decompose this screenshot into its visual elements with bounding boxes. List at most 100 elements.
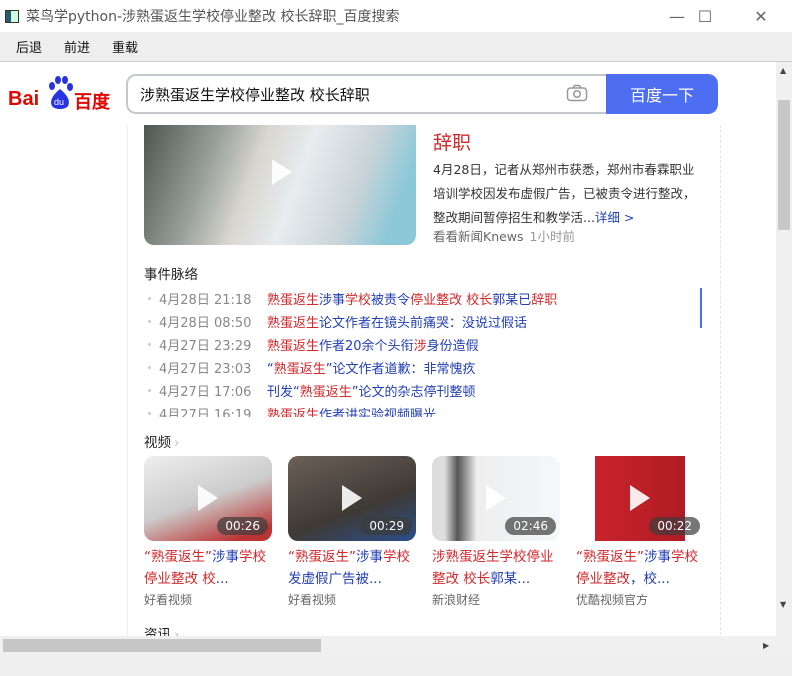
title-segment: 身份造假: [426, 339, 479, 354]
forward-button[interactable]: 前进: [64, 37, 90, 56]
event-item[interactable]: 4月27日 23:29 熟蛋返生作者20余个头衔涉身份造假: [144, 333, 704, 356]
title-segment: ”论文的杂志停刊整顿: [351, 385, 476, 400]
menu-bar: 后退 前进 重载: [0, 32, 792, 62]
video-title[interactable]: 涉熟蛋返生学校停业整改 校长郭某...: [432, 546, 560, 590]
event-title[interactable]: “熟蛋返生”论文作者道歉：非常愧疚: [267, 358, 476, 377]
close-button[interactable]: ✕: [738, 0, 784, 32]
play-icon: [272, 159, 292, 185]
event-title[interactable]: 熟蛋返生论文作者在镜头前痛哭：没说过假话: [267, 312, 527, 331]
scroll-up-icon[interactable]: ▲: [780, 66, 786, 75]
video-source: 优酷视频官方: [576, 593, 649, 607]
result-card: 辞职 4月28日，记者从郑州市获悉，郑州市春霖职业培训学校因发布虚假广告，已被责…: [127, 125, 721, 636]
video-source: 好看视频: [288, 593, 337, 607]
title-segment: ...: [215, 571, 229, 587]
search-input[interactable]: 涉熟蛋返生学校停业整改 校长辞职: [126, 74, 607, 114]
title-segment: 熟蛋返生: [267, 316, 320, 331]
title-segment: 涉事: [319, 293, 346, 308]
event-title[interactable]: 熟蛋返生作者讲实验视频曝光: [267, 404, 436, 417]
title-segment: “熟蛋返生”: [288, 549, 356, 565]
play-icon: [486, 485, 506, 511]
window-title: 菜鸟学python-涉熟蛋返生学校停业整改 校长辞职_百度搜索: [26, 9, 400, 25]
event-item[interactable]: 4月28日 08:50 熟蛋返生论文作者在镜头前痛哭：没说过假话: [144, 310, 704, 333]
baidu-logo[interactable]: Bai du 百度: [8, 76, 112, 113]
title-segment: 涉事: [356, 549, 383, 565]
video-thumbnail[interactable]: 00:26: [144, 456, 272, 541]
video-thumbnail[interactable]: 00:29: [288, 456, 416, 541]
scroll-down-icon[interactable]: ▼: [780, 600, 786, 609]
event-item[interactable]: 4月27日 16:19 熟蛋返生作者讲实验视频曝光: [144, 402, 704, 417]
bullet-icon: [148, 366, 151, 369]
chevron-right-icon: ›: [174, 627, 180, 636]
title-segment: 熟蛋返生: [267, 339, 320, 354]
event-time: 4月27日 16:19: [159, 408, 252, 417]
title-segment: 辞职: [531, 293, 558, 308]
title-segment: 熟蛋返生: [267, 293, 320, 308]
title-segment: 涉: [413, 339, 427, 354]
title-segment: 学校: [383, 549, 410, 565]
horizontal-scrollbar[interactable]: ▶: [0, 636, 792, 656]
event-time: 4月28日 08:50: [159, 316, 252, 331]
svg-text:du: du: [54, 97, 64, 107]
back-button[interactable]: 后退: [16, 37, 42, 56]
event-title[interactable]: 熟蛋返生涉事学校被责令停业整改 校长郭某已辞职: [267, 289, 557, 308]
bullet-icon: [148, 297, 151, 300]
event-item[interactable]: 4月27日 23:03 “熟蛋返生”论文作者道歉：非常愧疚: [144, 356, 704, 379]
title-segment: 熟蛋返生: [273, 362, 326, 377]
video-duration: 00:26: [217, 517, 268, 535]
bullet-icon: [148, 343, 151, 346]
title-segment: 刊发“: [267, 385, 300, 400]
video-duration: 00:29: [361, 517, 412, 535]
video-source: 好看视频: [144, 593, 193, 607]
hero-title[interactable]: 辞职: [433, 128, 471, 155]
timeline-scrollbar[interactable]: [700, 288, 702, 328]
title-segment: 涉事: [212, 549, 239, 565]
event-item[interactable]: 4月28日 21:18 熟蛋返生涉事学校被责令停业整改 校长郭某已辞职: [144, 287, 704, 310]
title-segment: 郭某...: [490, 571, 531, 587]
video-duration: 00:22: [649, 517, 700, 535]
title-segment: 停业整改 校长: [410, 293, 493, 308]
search-button[interactable]: 百度一下: [606, 74, 718, 114]
event-item[interactable]: 4月27日 17:06 刊发“熟蛋返生”论文的杂志停刊整顿: [144, 379, 704, 402]
video-title[interactable]: “熟蛋返生”涉事学校停业整改，校...: [576, 546, 704, 590]
reload-button[interactable]: 重载: [112, 37, 138, 56]
event-title[interactable]: 刊发“熟蛋返生”论文的杂志停刊整顿: [267, 381, 476, 400]
videos-heading[interactable]: 视频 ›: [144, 431, 179, 451]
video-list: 00:26 “熟蛋返生”涉事学校停业整改 校... 好看视频 00:29 “熟蛋返生”涉…: [144, 456, 704, 610]
horizontal-scroll-thumb[interactable]: [3, 639, 321, 652]
web-view: Bai du 百度 涉熟蛋返生学校停业整改 校长辞职 百度一下 辞职 4月28日…: [0, 62, 776, 636]
events-heading: 事件脉络: [144, 267, 198, 283]
news-heading[interactable]: 资讯 ›: [144, 623, 179, 636]
event-time: 4月27日 17:06: [159, 385, 252, 400]
video-title[interactable]: “熟蛋返生”涉事学校发虚假广告被...: [288, 546, 416, 590]
video-thumbnail[interactable]: 02:46: [432, 456, 560, 541]
app-icon: [5, 9, 19, 23]
scroll-right-icon[interactable]: ▶: [763, 641, 769, 650]
hero-summary: 4月28日，记者从郑州市获悉，郑州市春霖职业培训学校因发布虚假广告，已被责令进行…: [433, 162, 696, 225]
video-title[interactable]: “熟蛋返生”涉事学校停业整改 校...: [144, 546, 272, 590]
vertical-scrollbar[interactable]: ▲ ▼: [776, 62, 792, 636]
play-icon: [630, 485, 650, 511]
event-time: 4月28日 21:18: [159, 293, 252, 308]
video-item[interactable]: 00:29 “熟蛋返生”涉事学校发虚假广告被... 好看视频: [288, 456, 416, 610]
video-item[interactable]: 00:26 “熟蛋返生”涉事学校停业整改 校... 好看视频: [144, 456, 272, 610]
title-segment: ，校...: [630, 571, 670, 587]
bullet-icon: [148, 320, 151, 323]
title-segment: ”论文作者道歉：非常愧疚: [325, 362, 476, 377]
video-item[interactable]: 02:46 涉熟蛋返生学校停业整改 校长郭某... 新浪财经: [432, 456, 560, 610]
vertical-scroll-thumb[interactable]: [778, 100, 790, 230]
camera-icon[interactable]: [566, 84, 588, 102]
title-segment: 论文作者在镜头前痛哭：没说过假话: [319, 316, 528, 331]
hero-video-thumbnail[interactable]: [144, 125, 416, 245]
title-segment: 熟蛋返生: [299, 385, 352, 400]
title-segment: “熟蛋返生”: [576, 549, 644, 565]
detail-link[interactable]: 详细 >: [595, 210, 634, 225]
hero-source: 看看新闻Knews 1小时前: [433, 229, 575, 244]
event-time: 4月27日 23:29: [159, 339, 252, 354]
video-thumbnail[interactable]: 00:22: [576, 456, 704, 541]
title-segment: 涉事: [644, 549, 671, 565]
event-title[interactable]: 熟蛋返生作者20余个头衔涉身份造假: [267, 335, 479, 354]
video-source: 新浪财经: [432, 593, 481, 607]
video-item[interactable]: 00:22 “熟蛋返生”涉事学校停业整改，校... 优酷视频官方: [576, 456, 704, 610]
maximize-button[interactable]: ☐: [682, 0, 728, 32]
play-icon: [198, 485, 218, 511]
